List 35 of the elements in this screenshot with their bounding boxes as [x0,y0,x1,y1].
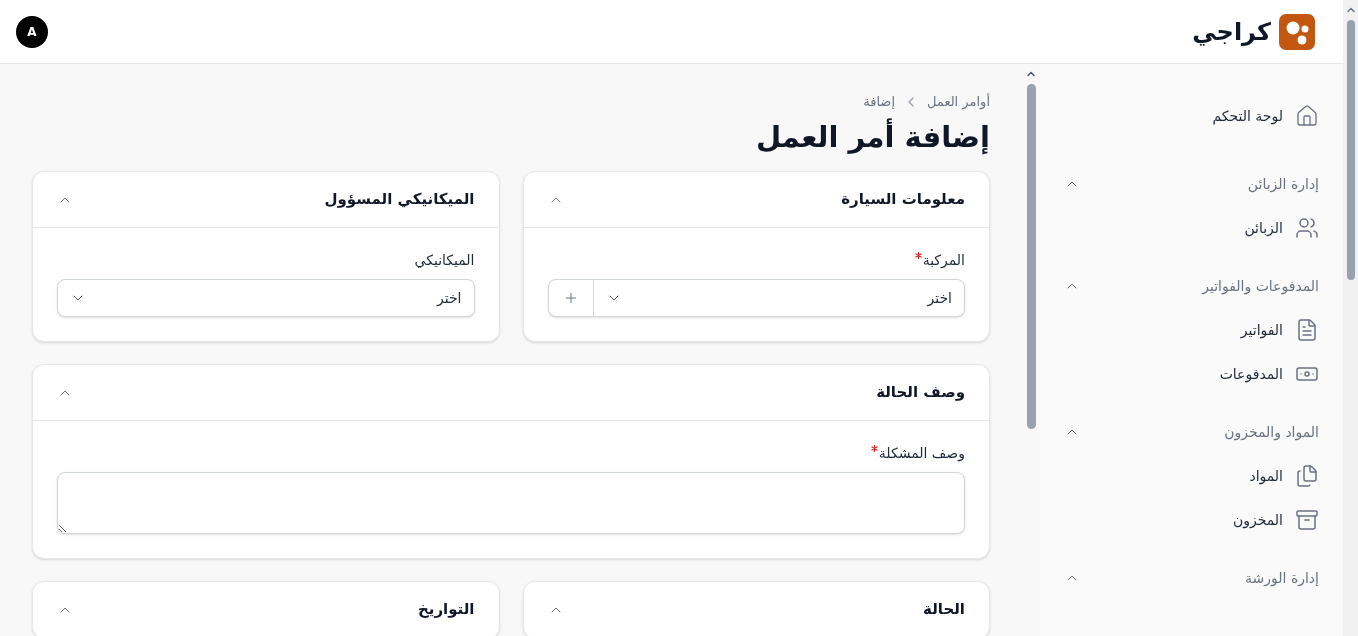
breadcrumb-link[interactable]: أوامر العمل [927,92,990,112]
card-title: وصف الحالة [876,382,965,404]
scrollbar-thumb[interactable] [1026,84,1036,429]
files-icon [1295,464,1319,488]
card-title: معلومات السيارة [841,189,965,211]
sidebar-group-heading: المواد والمخزون [1224,422,1319,443]
select-field[interactable]: اختر [547,279,965,317]
sidebar-group-heading: المدفوعات والفواتير [1202,276,1319,297]
select-field[interactable]: اختر [57,279,475,317]
page-title: إضافة أمر العمل [754,117,990,157]
house-icon [1295,104,1319,128]
tray-icon [1295,508,1319,532]
sidebar-link[interactable]: الزبائن [1064,212,1319,244]
sidebar-link[interactable]: لوحة التحكم [1064,100,1319,132]
field-label: الميكانيكي [414,251,475,270]
sidebar-link[interactable]: الفواتير [1064,314,1319,346]
users-icon [1295,216,1319,240]
scrollbar[interactable] [1343,0,1358,636]
card-title: التواريخ [417,599,475,621]
document-icon [1295,318,1319,342]
sidebar-link[interactable]: المواد [1064,460,1319,492]
sidebar-link[interactable]: المخزون [1064,504,1319,536]
sidebar-group-heading: إدارة الورشة [1245,568,1319,589]
card-title: الحالة [923,599,965,621]
logo-text: كراجي [1192,16,1271,48]
card-title: الميكانيكي المسؤول [324,189,475,211]
field-label: وصف المشكلة [878,444,965,464]
select-placeholder: اختر [926,288,953,309]
avatar[interactable]: A [16,15,48,48]
sidebar-group-heading: إدارة الزبائن [1247,174,1319,195]
select-placeholder: اختر [435,288,463,308]
field-label: المركبة [922,251,965,270]
scrollbar-thumb[interactable] [1346,20,1355,280]
breadcrumb-current: إضافة [863,93,895,111]
sidebar-link[interactable]: المدفوعات [1064,358,1319,390]
